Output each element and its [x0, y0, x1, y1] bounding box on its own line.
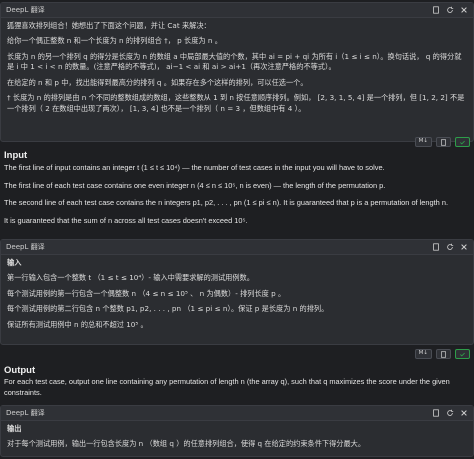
statement-footnote: † 长度为 n 的排列是由 n 个不同的整数组成的数组，这些整数从 1 到 n …	[7, 93, 465, 113]
statement-task: 在给定的 n 和 p 中，找出能得到最高分的排列 q 。如果存在多个这样的排列，…	[7, 77, 308, 87]
output-description: For each test case, output one line cont…	[4, 377, 468, 405]
panel-content: 输出 对于每个测试用例，输出一行包含长度为 n （数组 q ）的任意排列组合，使…	[1, 421, 473, 459]
panel-header: DeepL 翻译	[1, 3, 473, 18]
statement-intro: 狐狸喜欢排列组合！她想出了下面这个问题，并让 Cat 来解决：	[7, 21, 211, 30]
check-button[interactable]	[455, 349, 470, 359]
close-icon[interactable]	[460, 6, 468, 14]
panel-header: DeepL 翻译	[1, 240, 473, 255]
translated-line-2: 每个测试用例的第一行包含一个偶整数 n （4 ≤ n ≤ 10⁵ 、 n 为偶数…	[7, 288, 286, 298]
translation-panel-input: DeepL 翻译 输入 第一行输入包含一个整数 t （1 ≤ t ≤ 10⁴）-…	[0, 239, 474, 345]
input-line-3: The second line of each test case contai…	[4, 198, 449, 208]
statement-score: 长度为 n 的另一个排列 q 的得分是长度为 n 的数组 a 中局部最大值的个数…	[7, 51, 462, 72]
translated-heading: 输入	[7, 258, 22, 267]
panel-content: 狐狸喜欢排列组合！她想出了下面这个问题，并让 Cat 来解决： 给你一个偶正整数…	[1, 18, 473, 123]
input-description: The first line of input contains an inte…	[4, 163, 468, 234]
markdown-button[interactable]: M↓	[414, 349, 432, 359]
panel-title: DeepL 翻译	[6, 5, 45, 14]
translation-panel-statement: DeepL 翻译 狐狸喜欢排列组合！她想出了下面这个问题，并让 Cat 来解决：…	[0, 2, 474, 142]
close-icon[interactable]	[460, 243, 468, 251]
output-heading: Output	[4, 365, 36, 376]
check-button[interactable]	[455, 137, 470, 147]
check-icon	[460, 352, 465, 357]
panel-toolbar: M↓	[414, 137, 470, 147]
output-line-1: For each test case, output one line cont…	[4, 377, 450, 397]
statement-given: 给你一个偶正整数 n 和一个长度为 n 的排列组合 †， p 长度为 n 。	[7, 36, 222, 46]
panel-title: DeepL 翻译	[6, 408, 45, 417]
panel-title: DeepL 翻译	[6, 242, 45, 251]
markdown-button[interactable]: M↓	[414, 137, 432, 147]
refresh-icon[interactable]	[446, 243, 454, 251]
copy-button[interactable]	[436, 137, 451, 147]
check-icon	[460, 140, 465, 145]
panel-header: DeepL 翻译	[1, 406, 473, 421]
refresh-icon[interactable]	[446, 6, 454, 14]
translation-panel-output: DeepL 翻译 输出 对于每个测试用例，输出一行包含长度为 n （数组 q ）…	[0, 405, 474, 457]
panel-content: 输入 第一行输入包含一个整数 t （1 ≤ t ≤ 10⁴）- 输入中需要求解的…	[1, 255, 473, 339]
copy-icon	[441, 138, 446, 146]
input-line-4: It is guaranteed that the sum of n acros…	[4, 216, 248, 226]
input-line-2: The first line of each test case contain…	[4, 180, 386, 190]
translated-heading: 输出	[7, 424, 22, 433]
copy-icon[interactable]	[432, 409, 440, 417]
copy-icon[interactable]	[432, 6, 440, 14]
copy-icon[interactable]	[432, 243, 440, 251]
translated-line-3: 每个测试用例的第二行包含 n 个整数 p1, p2, . . . , pn （1…	[7, 304, 329, 314]
input-heading: Input	[4, 150, 28, 161]
translated-line-1: 对于每个测试用例，输出一行包含长度为 n （数组 q ）的任意排列组合，使得 q…	[7, 439, 366, 449]
copy-button[interactable]	[436, 349, 451, 359]
panel-toolbar: M↓	[414, 349, 470, 359]
copy-icon	[441, 350, 446, 358]
refresh-icon[interactable]	[446, 409, 454, 417]
translated-line-1: 第一行输入包含一个整数 t （1 ≤ t ≤ 10⁴）- 输入中需要求解的测试用…	[7, 273, 254, 283]
input-line-1: The first line of input contains an inte…	[4, 163, 385, 172]
translated-line-4: 保证所有测试用例中 n 的总和不超过 10⁵ 。	[7, 319, 148, 329]
close-icon[interactable]	[460, 409, 468, 417]
